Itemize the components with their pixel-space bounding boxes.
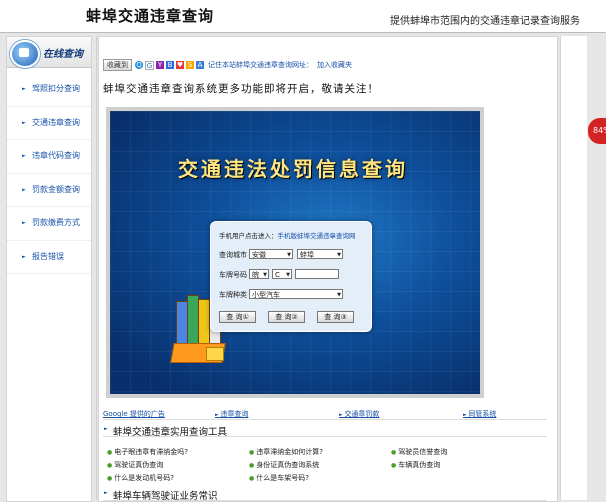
site-title: 蚌埠交通违章查询 xyxy=(86,7,215,25)
tool-link[interactable]: 驾驶员信誉查询 xyxy=(391,447,447,457)
search-icon[interactable]: S xyxy=(186,61,194,69)
right-margin xyxy=(560,36,587,500)
camera-icon xyxy=(10,40,40,68)
city-select[interactable]: 蚌埠 xyxy=(297,249,343,260)
progress-badge[interactable]: 84% xyxy=(588,118,606,144)
city-label: 查询城市 xyxy=(219,251,247,259)
sidebar-item-payment-method[interactable]: 罚款缴费方式 xyxy=(7,207,91,241)
heart-icon[interactable]: ♥ xyxy=(176,61,184,69)
vehicle-type-select[interactable]: 小型汽车 xyxy=(249,289,343,300)
sidebar-item-fine-amount[interactable]: 罚款金额查询 xyxy=(7,174,91,207)
tool-link[interactable]: 什么是车架号码? xyxy=(249,473,309,483)
banner-title: 交通违法处罚信息查询 xyxy=(178,157,408,181)
tool-link[interactable]: 身份证真伪查询系统 xyxy=(249,460,319,470)
google-ads-label[interactable]: Google 提供的广告 xyxy=(103,409,165,419)
sidebar-item-violation-code[interactable]: 违章代码查询 xyxy=(7,140,91,174)
qq-icon[interactable]: Q xyxy=(135,61,143,69)
tool-link[interactable]: 什么是发动机号码? xyxy=(107,473,174,483)
tool-link[interactable]: 违章滞纳金如何计算? xyxy=(249,447,323,457)
ad-link-violation[interactable]: 违章查询 xyxy=(215,409,248,419)
sidebar-heading: 在线查询 xyxy=(43,49,83,60)
query-banner: 交通违法处罚信息查询 手机用户点击进入：手机版蚌埠交通违章查询网 查询城市 安徽… xyxy=(106,107,484,398)
google-icon[interactable]: G xyxy=(145,60,154,70)
mobile-entry: 手机用户点击进入：手机版蚌埠交通违章查询网 xyxy=(219,230,356,240)
add-favorite-link[interactable]: 加入收藏夹 xyxy=(317,60,352,70)
plate-number-input[interactable] xyxy=(295,269,339,279)
favorite-button[interactable]: 收藏到 xyxy=(103,59,132,71)
query-button-1[interactable]: 查 询① xyxy=(219,311,256,323)
person-icon[interactable]: A xyxy=(196,61,204,69)
sidebar: 在线查询 驾照扣分查询 交通违章查询 违章代码查询 罚款金额查询 罚款缴费方式 … xyxy=(6,36,92,502)
query-button-2[interactable]: 查 询② xyxy=(268,311,305,323)
disc-graphic xyxy=(206,347,224,361)
sidebar-header: 在线查询 xyxy=(7,37,91,68)
site-slogan: 提供蚌埠市范围内的交通违章记录查询服务 xyxy=(390,16,580,27)
plate-label: 车牌号码 xyxy=(219,271,247,279)
type-label: 车牌种类 xyxy=(219,291,247,299)
query-form: 手机用户点击进入：手机版蚌埠交通违章查询网 查询城市 安徽 蚌埠 车牌号码 皖 … xyxy=(210,221,372,332)
main-content: 收藏到 Q G Y B ♥ S A 记住本站蚌埠交通违章查询网址： 加入收藏夹 … xyxy=(98,36,558,502)
baidu-icon[interactable]: B xyxy=(166,61,174,69)
mobile-prefix: 手机用户点击进入： xyxy=(219,232,278,240)
ad-link-system[interactable]: 同管系统 xyxy=(463,409,496,419)
province-select[interactable]: 安徽 xyxy=(249,249,293,260)
plate-prefix-select[interactable]: 皖 xyxy=(249,269,269,280)
sidebar-item-license-points[interactable]: 驾照扣分查询 xyxy=(7,73,91,107)
site-header: 蚌埠交通违章查询 提供蚌埠市范围内的交通违章记录查询服务 xyxy=(0,0,606,33)
plate-letter-select[interactable]: C xyxy=(272,269,292,280)
bookmark-toolbar: 收藏到 Q G Y B ♥ S A 记住本站蚌埠交通违章查询网址： 加入收藏夹 xyxy=(103,59,352,71)
divider xyxy=(96,36,97,500)
knowledge-section-header: 蚌埠车辆驾驶证业务常识 xyxy=(103,487,547,502)
sidebar-nav: 驾照扣分查询 交通违章查询 违章代码查询 罚款金额查询 罚款缴费方式 报告错误 xyxy=(7,73,91,274)
mobile-site-link[interactable]: 手机版蚌埠交通违章查询网 xyxy=(278,232,356,240)
tool-link[interactable]: 电子眼违章有滞纳金吗? xyxy=(107,447,188,457)
sidebar-item-report-error[interactable]: 报告错误 xyxy=(7,241,91,274)
ad-link-fine[interactable]: 交通章罚款 xyxy=(339,409,379,419)
ad-row: Google 提供的广告 违章查询 交通章罚款 同管系统 xyxy=(103,409,547,420)
tools-section-header: 蚌埠交通违章实用查询工具 xyxy=(103,423,547,438)
tools-section-title: 蚌埠交通违章实用查询工具 xyxy=(104,424,227,438)
tool-link[interactable]: 车辆真伪查询 xyxy=(391,460,440,470)
sidebar-item-violation-query[interactable]: 交通违章查询 xyxy=(7,107,91,140)
tool-link[interactable]: 驾驶证真伪查询 xyxy=(107,460,163,470)
notice-text: 蚌埠交通违章查询系统更多功能即将开启，敬请关注！ xyxy=(103,83,379,95)
yahoo-icon[interactable]: Y xyxy=(156,61,164,69)
query-button-3[interactable]: 查 询③ xyxy=(317,311,354,323)
bookmark-hint: 记住本站蚌埠交通违章查询网址： xyxy=(208,61,313,69)
